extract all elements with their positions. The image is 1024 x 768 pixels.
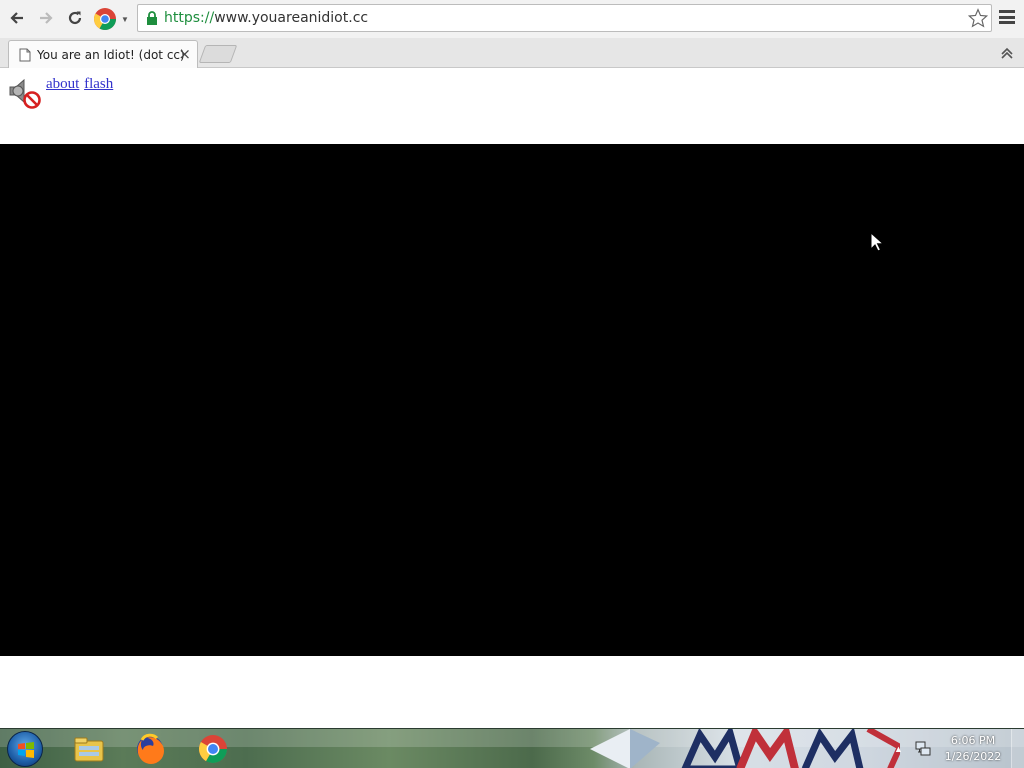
tab-title: You are an Idiot! (dot cc)	[37, 48, 185, 62]
bookmark-star-icon[interactable]	[968, 8, 988, 28]
about-link[interactable]: about	[46, 76, 79, 92]
reload-icon	[68, 11, 82, 25]
mouse-cursor-icon	[870, 232, 884, 252]
tab-close-icon[interactable]: ×	[178, 46, 191, 62]
header-links: about flash	[46, 76, 114, 93]
url-scheme: https://	[164, 10, 215, 26]
firefox-icon[interactable]	[133, 732, 167, 766]
speaker-muted-icon[interactable]	[7, 75, 41, 109]
menu-icon[interactable]	[999, 10, 1015, 26]
back-arrow-icon	[10, 12, 23, 24]
page-content: about flash	[0, 68, 1024, 728]
new-tab-button[interactable]	[198, 45, 238, 63]
windows-taskbar: ▲ 6:06 PM 1/26/2022	[0, 728, 1024, 768]
wallpaper-graffiti	[590, 729, 900, 768]
page-document-icon	[19, 48, 31, 62]
tray-expand-icon[interactable]: ▲	[894, 744, 903, 754]
network-icon[interactable]	[914, 740, 932, 758]
chrome-profile-menu[interactable]: ▼	[93, 7, 129, 31]
clock-date: 1/26/2022	[944, 750, 1002, 763]
forward-arrow-icon	[40, 12, 53, 24]
url-host: www.youareanidiot.cc	[214, 10, 369, 26]
system-clock[interactable]: 6:06 PM 1/26/2022	[938, 733, 1008, 765]
browser-toolbar: ▼ https://www.youareanidiot.cc	[0, 0, 1024, 38]
reload-button[interactable]	[64, 7, 86, 29]
address-bar[interactable]: https://www.youareanidiot.cc	[137, 4, 992, 32]
collapse-chevron-icon[interactable]	[1000, 46, 1014, 60]
dropdown-caret-icon: ▼	[121, 14, 129, 24]
tab-strip: You are an Idiot! (dot cc) ×	[0, 38, 1024, 68]
tab-active[interactable]: You are an Idiot! (dot cc) ×	[8, 40, 198, 68]
url-text[interactable]: https://www.youareanidiot.cc	[164, 10, 368, 26]
flash-video-area[interactable]	[0, 144, 1024, 656]
back-button[interactable]	[6, 7, 28, 29]
chrome-logo-icon	[94, 8, 116, 30]
file-explorer-icon[interactable]	[72, 732, 106, 766]
clock-time: 6:06 PM	[950, 734, 996, 747]
chrome-icon[interactable]	[196, 732, 230, 766]
start-button[interactable]	[7, 731, 43, 767]
flash-link[interactable]: flash	[84, 76, 113, 92]
lock-icon	[147, 11, 157, 25]
windows-logo-icon	[18, 742, 34, 758]
forward-button[interactable]	[35, 7, 57, 29]
show-desktop-button[interactable]	[1011, 729, 1024, 768]
